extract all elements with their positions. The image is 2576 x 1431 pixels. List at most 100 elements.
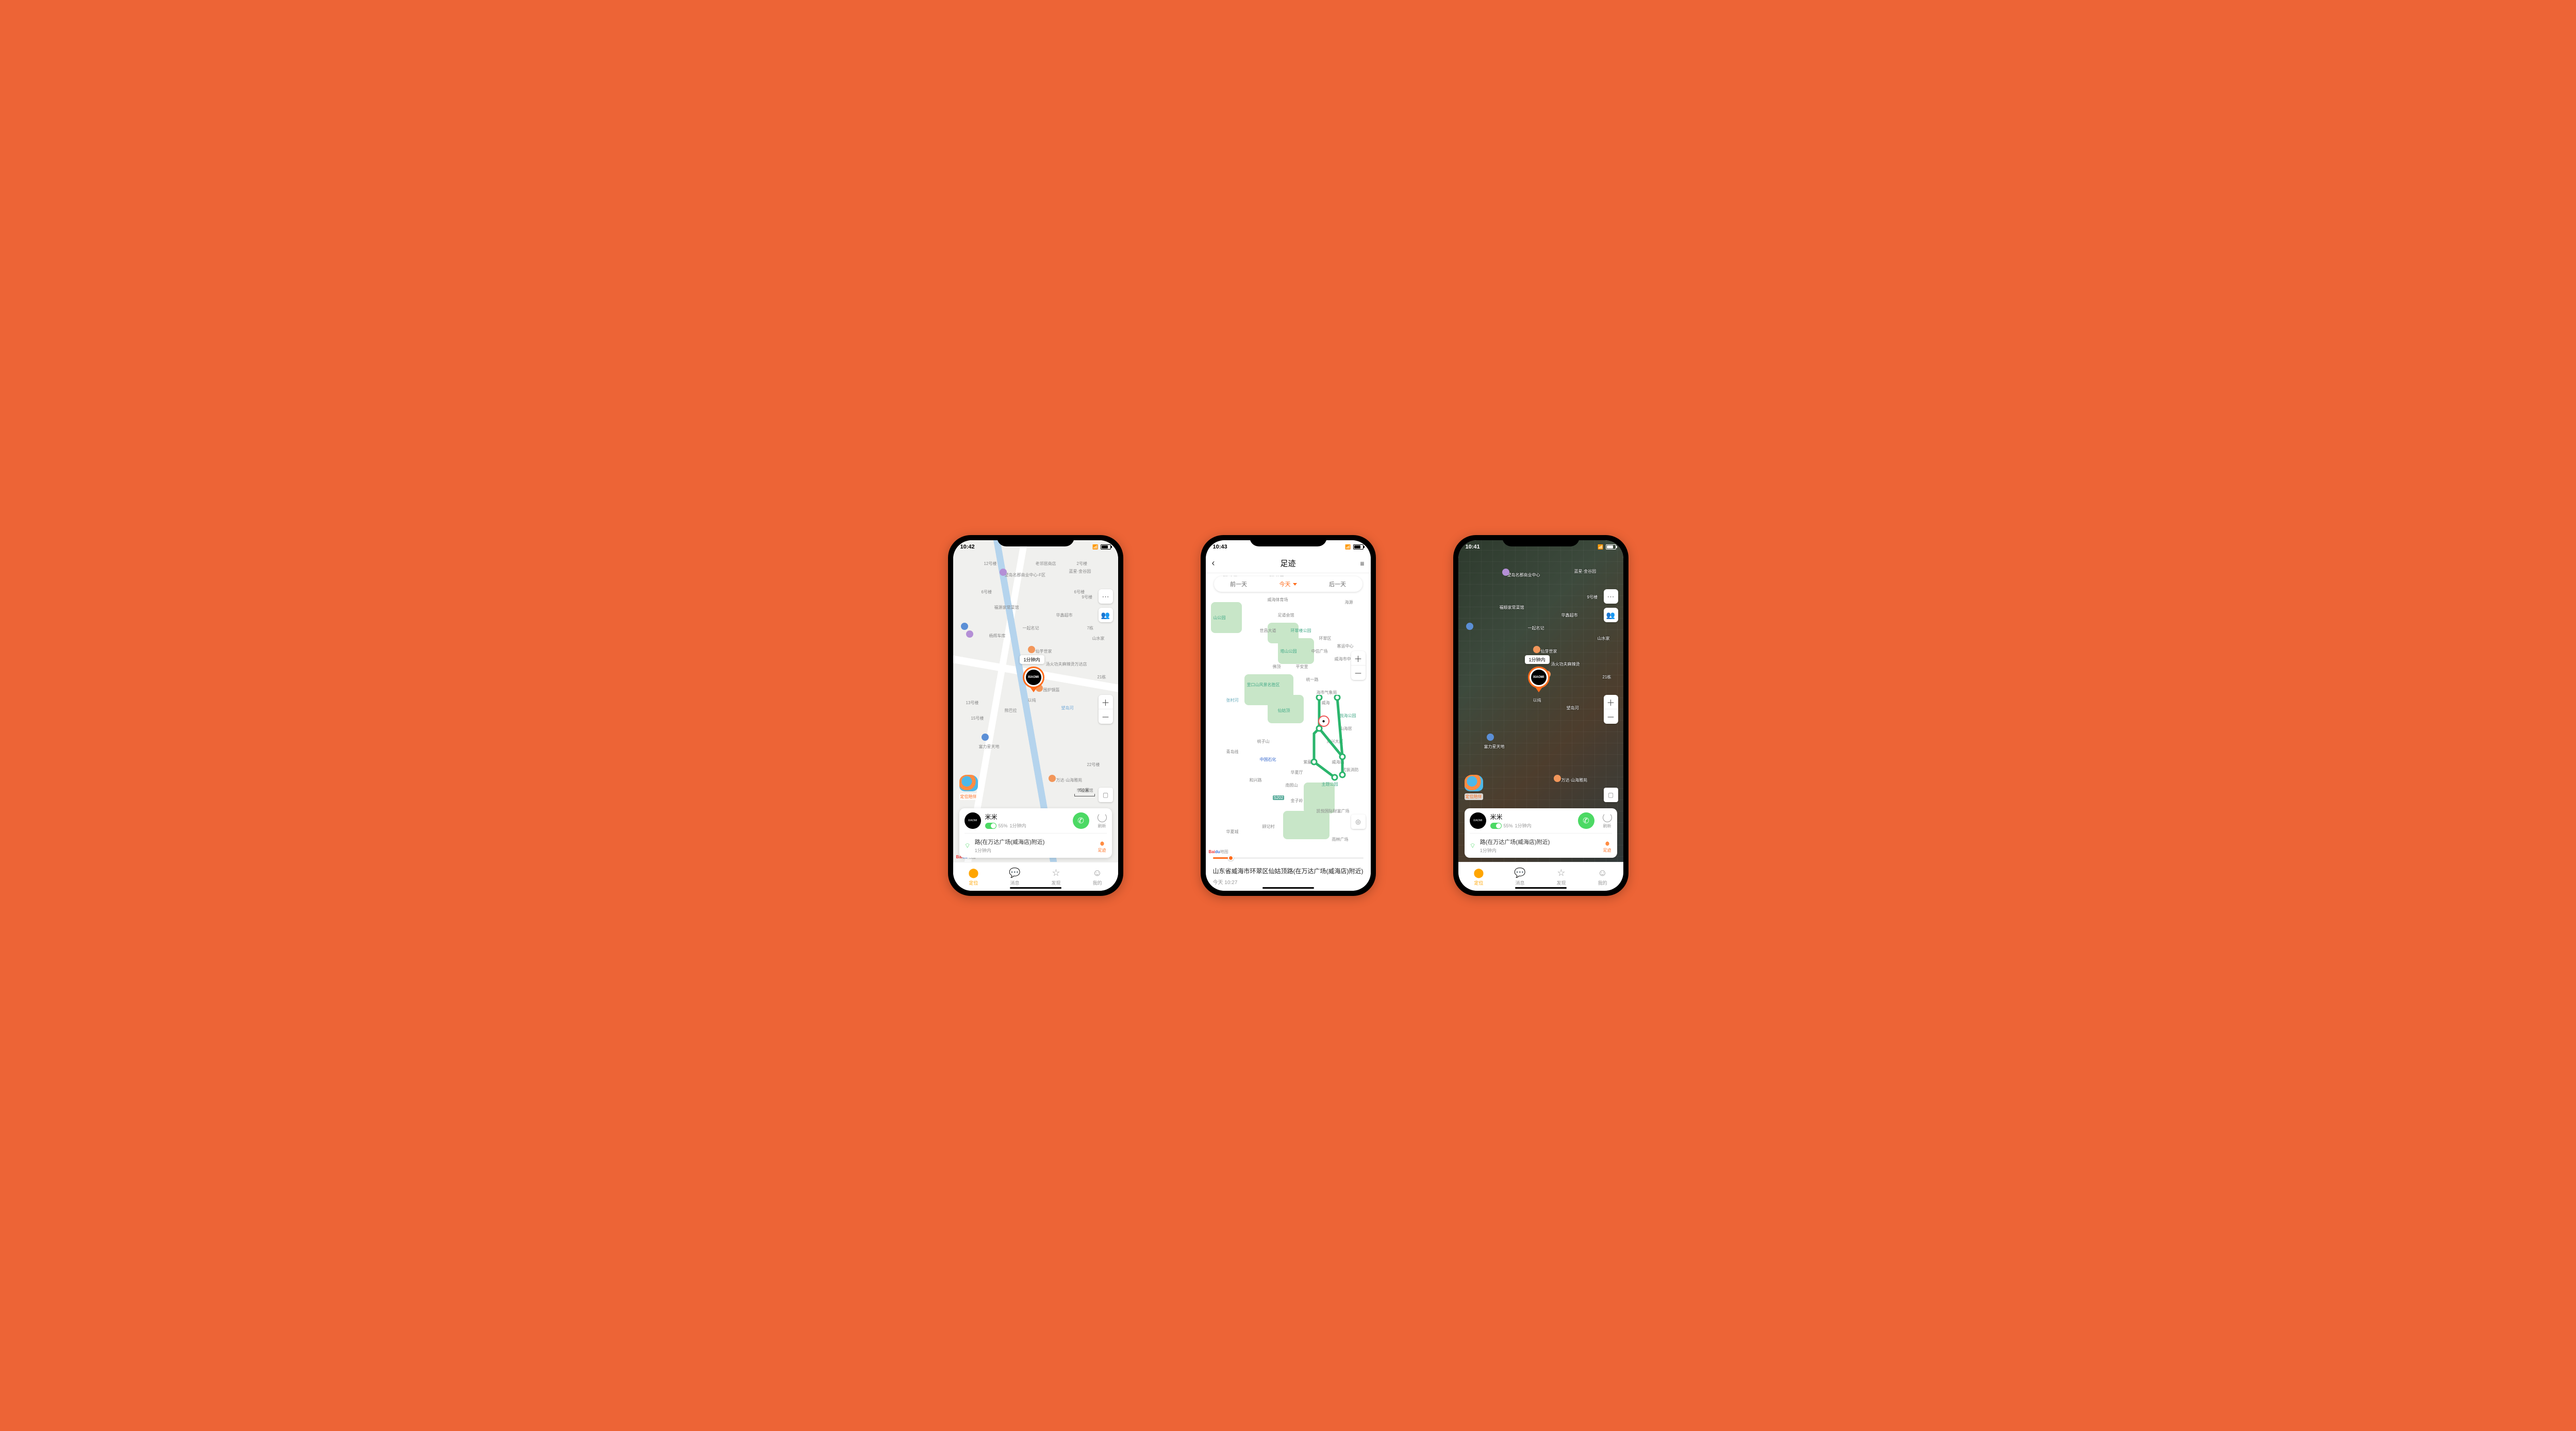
signal-icon: 📶 (1345, 544, 1351, 550)
people-button[interactable]: 👥 (1099, 608, 1113, 622)
zoom-out-button[interactable]: － (1351, 665, 1366, 680)
filter-button[interactable]: ≡ (1360, 559, 1364, 568)
home-indicator[interactable] (1010, 887, 1061, 889)
zoom-out-button[interactable]: － (1099, 709, 1113, 724)
locate-button[interactable]: ◎ (1351, 814, 1366, 829)
user-card: XIAOMI 米米 55% 1分钟内 ✆ 刷新 ⌔ (1465, 808, 1617, 858)
timeline-slider[interactable] (1213, 857, 1364, 859)
refresh-label: 刷新 (1098, 824, 1106, 828)
poi-label: 山水家 (1092, 636, 1105, 641)
poi-label: 熊巴拉 (1005, 708, 1017, 713)
tab-location[interactable]: ⬤定位 (953, 862, 994, 891)
wifi-icon: ⌔ (965, 842, 971, 850)
avatar[interactable]: XIAOMI (965, 812, 981, 829)
tab-messages[interactable]: 💬消息 (994, 862, 1036, 891)
screen: 10:41 📶 望岛名郡商业中心 蓝星·金谷园 9号楼 福顺家常菜馆 华鑫超市 … (1458, 540, 1623, 891)
updated-text: 1分钟内 (1515, 822, 1532, 829)
poi-label: 万达·山海雅苑 (1056, 777, 1083, 783)
user-name: 米米 (1490, 812, 1574, 821)
battery-icon (1101, 544, 1111, 550)
poi-label: 富力星天地 (979, 744, 1000, 750)
more-button[interactable]: ⋯ (1099, 589, 1113, 604)
tab-mine[interactable]: ☺我的 (1077, 862, 1118, 891)
pin-icon: ⬤ (1473, 868, 1484, 878)
card-address-row[interactable]: ⌔ 路(在万达广场(威海店)附近) 1分钟内 足迹 (965, 833, 1107, 854)
day-tab-prev[interactable]: 前一天 (1214, 576, 1264, 592)
back-button[interactable]: ‹ (1212, 558, 1215, 569)
mascot-label: 定位陪伴 (1465, 793, 1483, 800)
home-indicator[interactable] (1515, 887, 1567, 889)
poi-icon (961, 623, 968, 630)
footprint-label: 足迹 (1098, 848, 1106, 853)
refresh-button[interactable]: 刷新 (1603, 813, 1612, 829)
route-path (1306, 695, 1358, 788)
footprint-button[interactable]: 足迹 (1603, 839, 1612, 853)
day-tab-today[interactable]: 今天 (1264, 576, 1313, 592)
poi-icon (1533, 646, 1540, 653)
battery-icon (1606, 544, 1616, 550)
footprint-icon (1098, 839, 1107, 847)
more-button[interactable]: ⋯ (1604, 589, 1618, 604)
zoom-in-button[interactable]: ＋ (1099, 695, 1113, 709)
day-tabs: 前一天 今天 后一天 (1214, 576, 1362, 592)
user-name: 米米 (985, 812, 1069, 821)
zoom-in-button[interactable]: ＋ (1351, 651, 1366, 665)
phone-mockup-2: 10:43 📶 ‹ 足迹 ≡ 前一天 今天 后一天 威海大学 (1201, 535, 1376, 896)
footprint-button[interactable]: 足迹 (1098, 839, 1107, 853)
mascot[interactable]: 定位陪伴 (958, 775, 979, 801)
refresh-label: 刷新 (1603, 824, 1611, 828)
card-header: XIAOMI 米米 55% 1分钟内 ✆ 刷新 (1470, 812, 1612, 829)
address-time: 1分钟内 (975, 847, 1093, 854)
call-button[interactable]: ✆ (1073, 812, 1089, 829)
tab-location[interactable]: ⬤定位 (1458, 862, 1500, 891)
star-icon: ☆ (1052, 868, 1060, 878)
location-pin[interactable]: 1分钟内 XIAOMI (1023, 667, 1044, 692)
screen: 10:42 📶 12号楼 老邻居商店 2号楼 望岛名郡商业中心-F区 蓝星·金谷… (953, 540, 1118, 891)
face-icon: ☺ (1598, 868, 1607, 878)
toggle-switch[interactable] (1490, 823, 1502, 829)
toggle-switch[interactable] (985, 823, 996, 829)
tab-discover[interactable]: ☆发现 (1541, 862, 1582, 891)
current-location-marker[interactable]: ● (1318, 716, 1329, 727)
pin-ring: XIAOMI (1528, 667, 1550, 688)
star-icon: ☆ (1557, 868, 1565, 878)
card-address-row[interactable]: ⌔ 路(在万达广场(威海店)附近) 1分钟内 足迹 (1470, 833, 1612, 854)
status-icons: 📶 (1598, 544, 1616, 550)
poi-label: 围炉锅盔 (1043, 687, 1060, 693)
refresh-button[interactable]: 刷新 (1098, 813, 1107, 829)
avatar[interactable]: XIAOMI (1470, 812, 1486, 829)
mascot-label: 定位陪伴 (959, 793, 978, 800)
tab-mine[interactable]: ☺我的 (1582, 862, 1623, 891)
poi-label: 杨辉车库 (989, 633, 1006, 639)
notch (997, 535, 1074, 546)
layer-button[interactable]: ▢ (1604, 788, 1618, 802)
call-button[interactable]: ✆ (1578, 812, 1594, 829)
notch (1502, 535, 1580, 546)
zoom-in-button[interactable]: ＋ (1604, 695, 1618, 709)
pin-tip (1030, 687, 1037, 692)
layer-button[interactable]: ▢ (1099, 788, 1113, 802)
mascot-icon (1465, 775, 1483, 791)
poi-label: 以纯 (1028, 697, 1036, 703)
tab-label: 发现 (1556, 879, 1566, 886)
status-icons: 📶 (1092, 544, 1110, 550)
status-time: 10:41 (1466, 544, 1480, 550)
address-panel[interactable]: 山东省威海市环翠区仙姑顶路(在万达广场(威海店)附近) 今天 10:27 (1206, 861, 1371, 891)
people-button[interactable]: 👥 (1604, 608, 1618, 622)
pin-bubble: 1分钟内 (1020, 655, 1044, 664)
tab-messages[interactable]: 💬消息 (1500, 862, 1541, 891)
zoom-out-button[interactable]: － (1604, 709, 1618, 724)
tab-discover[interactable]: ☆发现 (1036, 862, 1077, 891)
location-pin[interactable]: 1分钟内 XIAOMI (1528, 667, 1550, 692)
timeline-knob[interactable] (1228, 855, 1234, 861)
tab-label: 我的 (1092, 879, 1102, 886)
mascot[interactable]: 定位陪伴 (1464, 775, 1484, 801)
address-text: 路(在万达广场(威海店)附近) (975, 838, 1093, 846)
poi-icon (1502, 569, 1509, 576)
pin-tip (1535, 687, 1542, 692)
mascot-icon (959, 775, 978, 791)
day-tab-next[interactable]: 后一天 (1313, 576, 1362, 592)
pin-avatar: XIAOMI (1026, 670, 1041, 685)
tab-label: 定位 (969, 879, 978, 886)
home-indicator[interactable] (1262, 887, 1314, 889)
